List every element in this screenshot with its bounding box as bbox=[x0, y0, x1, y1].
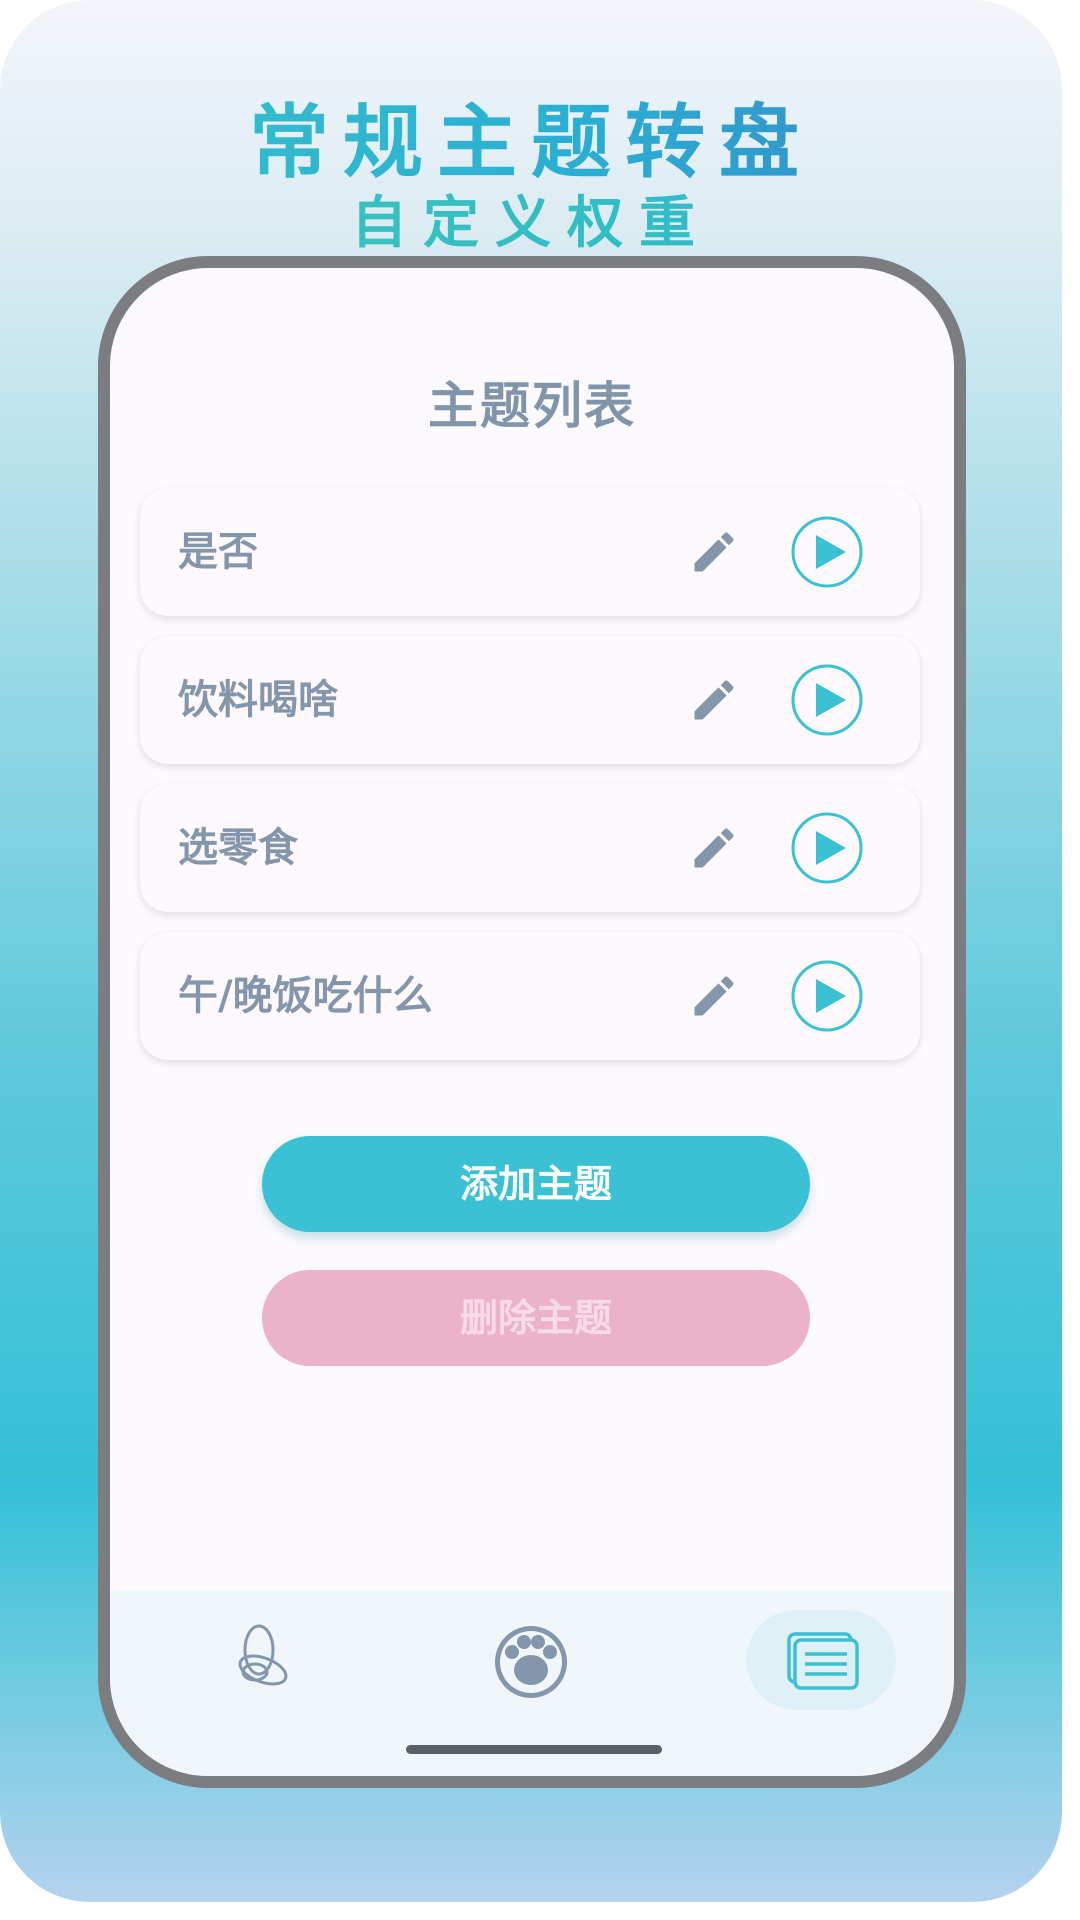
list-cards-icon bbox=[787, 1632, 859, 1690]
home-indicator[interactable] bbox=[406, 1745, 662, 1754]
topic-card[interactable]: 选零食 bbox=[140, 784, 920, 912]
play-icon[interactable] bbox=[790, 515, 864, 589]
status-bar bbox=[110, 268, 954, 318]
tab-paw[interactable] bbox=[456, 1610, 606, 1710]
edit-icon[interactable] bbox=[688, 970, 740, 1022]
wheel-knot-icon bbox=[238, 1624, 288, 1686]
paw-icon bbox=[495, 1626, 567, 1698]
topic-name: 选零食 bbox=[178, 825, 298, 871]
edit-icon[interactable] bbox=[688, 674, 740, 726]
play-icon[interactable] bbox=[790, 811, 864, 885]
add-topic-button[interactable]: 添加主题 bbox=[262, 1136, 810, 1232]
poster-headline: 常规主题转盘 bbox=[0, 78, 1062, 194]
phone-frame: 主题列表 是否 饮料喝啥 选零食 午/晚饭吃什么 添加主题 删除主题 bbox=[98, 256, 966, 1788]
topic-card[interactable]: 饮料喝啥 bbox=[140, 636, 920, 764]
tab-topic-list[interactable] bbox=[746, 1610, 896, 1710]
edit-icon[interactable] bbox=[688, 822, 740, 874]
bottom-tab-bar bbox=[110, 1590, 954, 1776]
play-icon[interactable] bbox=[790, 663, 864, 737]
topic-list: 是否 饮料喝啥 选零食 午/晚饭吃什么 bbox=[140, 488, 920, 1080]
topic-card[interactable]: 是否 bbox=[140, 488, 920, 616]
topic-name: 是否 bbox=[178, 529, 258, 575]
topic-card[interactable]: 午/晚饭吃什么 bbox=[140, 932, 920, 1060]
topic-name: 饮料喝啥 bbox=[178, 677, 338, 723]
play-icon[interactable] bbox=[790, 959, 864, 1033]
topic-name: 午/晚饭吃什么 bbox=[178, 973, 433, 1019]
poster-subheadline: 自定义权重 bbox=[0, 178, 1062, 259]
tab-wheel[interactable] bbox=[190, 1610, 340, 1710]
promo-poster: 常规主题转盘 自定义权重 主题列表 是否 饮料喝啥 选零食 午/晚饭吃什么 添加… bbox=[0, 0, 1062, 1902]
delete-topic-button[interactable]: 删除主题 bbox=[262, 1270, 810, 1366]
page-title: 主题列表 bbox=[428, 377, 636, 435]
edit-icon[interactable] bbox=[688, 526, 740, 578]
